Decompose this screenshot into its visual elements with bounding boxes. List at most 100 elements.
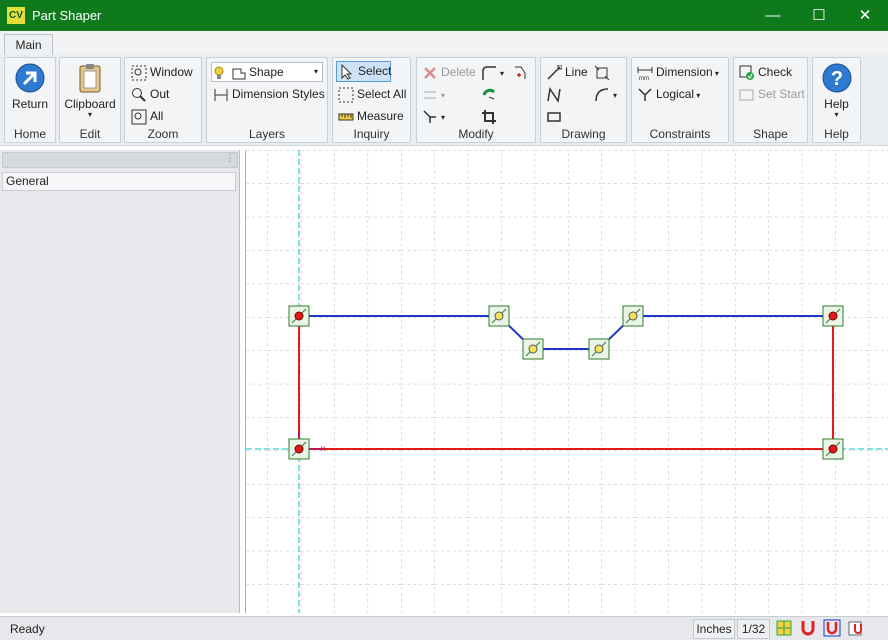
shape-layer-icon <box>232 68 246 80</box>
delete-button[interactable]: Delete <box>422 63 476 81</box>
select-all-icon <box>338 87 354 103</box>
vertex-3[interactable] <box>522 338 544 360</box>
group-edit-label: Edit <box>79 127 101 141</box>
snap-grid-icon[interactable] <box>774 619 794 639</box>
rectangle-tool-icon <box>594 65 610 81</box>
drawing-canvas[interactable]: × <box>245 150 888 613</box>
logical-dropdown-icon: ▾ <box>694 91 701 100</box>
group-home-label: Home <box>13 127 46 141</box>
trim-button[interactable]: ▾ <box>422 107 445 127</box>
minimize-button[interactable]: — <box>750 0 796 31</box>
ribbon-tabs: Main <box>0 31 888 56</box>
help-question-icon: ? <box>822 63 851 93</box>
tab-main[interactable]: Main <box>4 34 53 56</box>
units-cell[interactable]: Inches <box>693 619 735 639</box>
polyline-icon <box>547 86 561 103</box>
select-button[interactable]: Select <box>336 61 391 82</box>
offset-button[interactable]: ▾ <box>422 85 445 105</box>
box-tool-button[interactable] <box>546 107 565 125</box>
group-modify: Delete ▾ ▾ ▾ Modify <box>416 57 536 143</box>
return-arrow-icon <box>15 63 45 93</box>
layer-dropdown-icon: ▾ <box>313 67 318 76</box>
maximize-button[interactable]: ☐ <box>796 0 842 31</box>
vertex-5[interactable] <box>622 305 644 327</box>
vertex-1[interactable] <box>288 305 310 327</box>
return-label: Return <box>11 97 49 111</box>
clipboard-button[interactable]: Clipboard ▾ <box>60 62 120 119</box>
group-inquiry-label: Inquiry <box>353 127 390 141</box>
group-inquiry: Select Select All Measure Inquiry <box>332 57 411 143</box>
clipboard-icon <box>79 64 101 93</box>
grip-icon[interactable]: ⋮ <box>225 153 235 164</box>
clipboard-dropdown-icon: ▾ <box>87 110 92 119</box>
logical-button[interactable]: Logical ▾ <box>637 85 700 105</box>
zoom-window-button[interactable]: Window <box>131 63 193 81</box>
status-text: Ready <box>10 622 45 636</box>
ruler-icon <box>338 113 354 121</box>
drawing-svg[interactable]: × <box>246 150 888 613</box>
line-button[interactable]: Line <box>546 63 588 81</box>
group-help-label: Help <box>824 127 849 141</box>
set-start-button[interactable]: Set Start <box>739 85 805 103</box>
help-button[interactable]: ? Help ▾ <box>813 62 860 119</box>
zoom-out-button[interactable]: Out <box>131 85 169 103</box>
return-button[interactable]: Return <box>5 62 55 111</box>
help-label: Help <box>824 97 849 111</box>
rotate-button[interactable] <box>481 85 500 103</box>
layer-select[interactable]: Shape ▾ <box>211 62 323 82</box>
properties-panel: ⋮ General <box>0 150 240 613</box>
insert-point-button[interactable] <box>513 63 532 81</box>
offset-icon <box>424 91 436 99</box>
group-layers-label: Layers <box>248 127 286 141</box>
crop-button[interactable] <box>481 107 500 125</box>
app-icon: CV <box>7 7 25 24</box>
select-all-button[interactable]: Select All <box>338 85 406 103</box>
rectangle-tool-button[interactable] <box>594 63 613 81</box>
group-zoom-label: Zoom <box>147 127 179 141</box>
box-tool-icon <box>547 112 561 122</box>
check-icon <box>739 65 754 80</box>
vertex-origin[interactable] <box>288 438 310 460</box>
snap-magnet-icon[interactable] <box>798 619 818 639</box>
ribbon: Return Home Clipboard ▾ Edit Window Out … <box>0 55 888 146</box>
precision-cell[interactable]: 1/32 <box>737 619 770 639</box>
insert-point-icon <box>515 66 526 79</box>
arc-button[interactable]: ▾ <box>594 85 617 105</box>
arc-dropdown-icon: ▾ <box>613 91 618 100</box>
vertex-4[interactable] <box>588 338 610 360</box>
check-button[interactable]: Check <box>739 63 792 81</box>
group-constraints-label: Constraints <box>649 127 711 141</box>
origin-x-cross-icon: × <box>320 444 326 455</box>
group-zoom: Window Out All Zoom <box>124 57 202 143</box>
group-layers: Shape ▾ Dimension Styles Layers <box>206 57 328 143</box>
logical-icon <box>638 88 652 101</box>
grid <box>246 150 888 613</box>
panel-header: ⋮ <box>2 152 238 168</box>
zoom-window-icon <box>131 65 147 81</box>
vertex-6[interactable] <box>822 305 844 327</box>
polyline-button[interactable] <box>546 85 565 103</box>
set-start-icon <box>739 89 754 101</box>
delete-icon <box>424 66 436 79</box>
group-constraints: mm Dimension ▾ Logical ▾ Constraints <box>631 57 729 143</box>
fillet-button[interactable]: ▾ <box>481 63 504 83</box>
group-shape-label: Shape <box>753 127 788 141</box>
vertex-7[interactable] <box>822 438 844 460</box>
zoom-out-icon <box>132 87 146 102</box>
group-drawing: Line ▾ Drawing <box>540 57 627 143</box>
line-icon <box>547 64 562 80</box>
panel-item-general[interactable]: General <box>2 172 236 191</box>
measure-button[interactable]: Measure <box>338 107 404 125</box>
zoom-all-button[interactable]: All <box>131 107 163 125</box>
dimension-styles-button[interactable]: Dimension Styles <box>213 85 325 103</box>
lightbulb-icon <box>214 66 224 79</box>
rotate-icon <box>482 88 496 100</box>
snap-grid-magnet-icon[interactable] <box>822 619 842 639</box>
snap-page-icon[interactable] <box>846 619 866 639</box>
zoom-all-icon <box>131 109 147 125</box>
close-button[interactable]: ✕ <box>842 0 888 31</box>
group-shape: Check Set Start Shape <box>733 57 808 143</box>
group-help: ? Help ▾ Help <box>812 57 861 143</box>
vertex-2[interactable] <box>488 305 510 327</box>
dimension-button[interactable]: mm Dimension ▾ <box>637 63 719 83</box>
